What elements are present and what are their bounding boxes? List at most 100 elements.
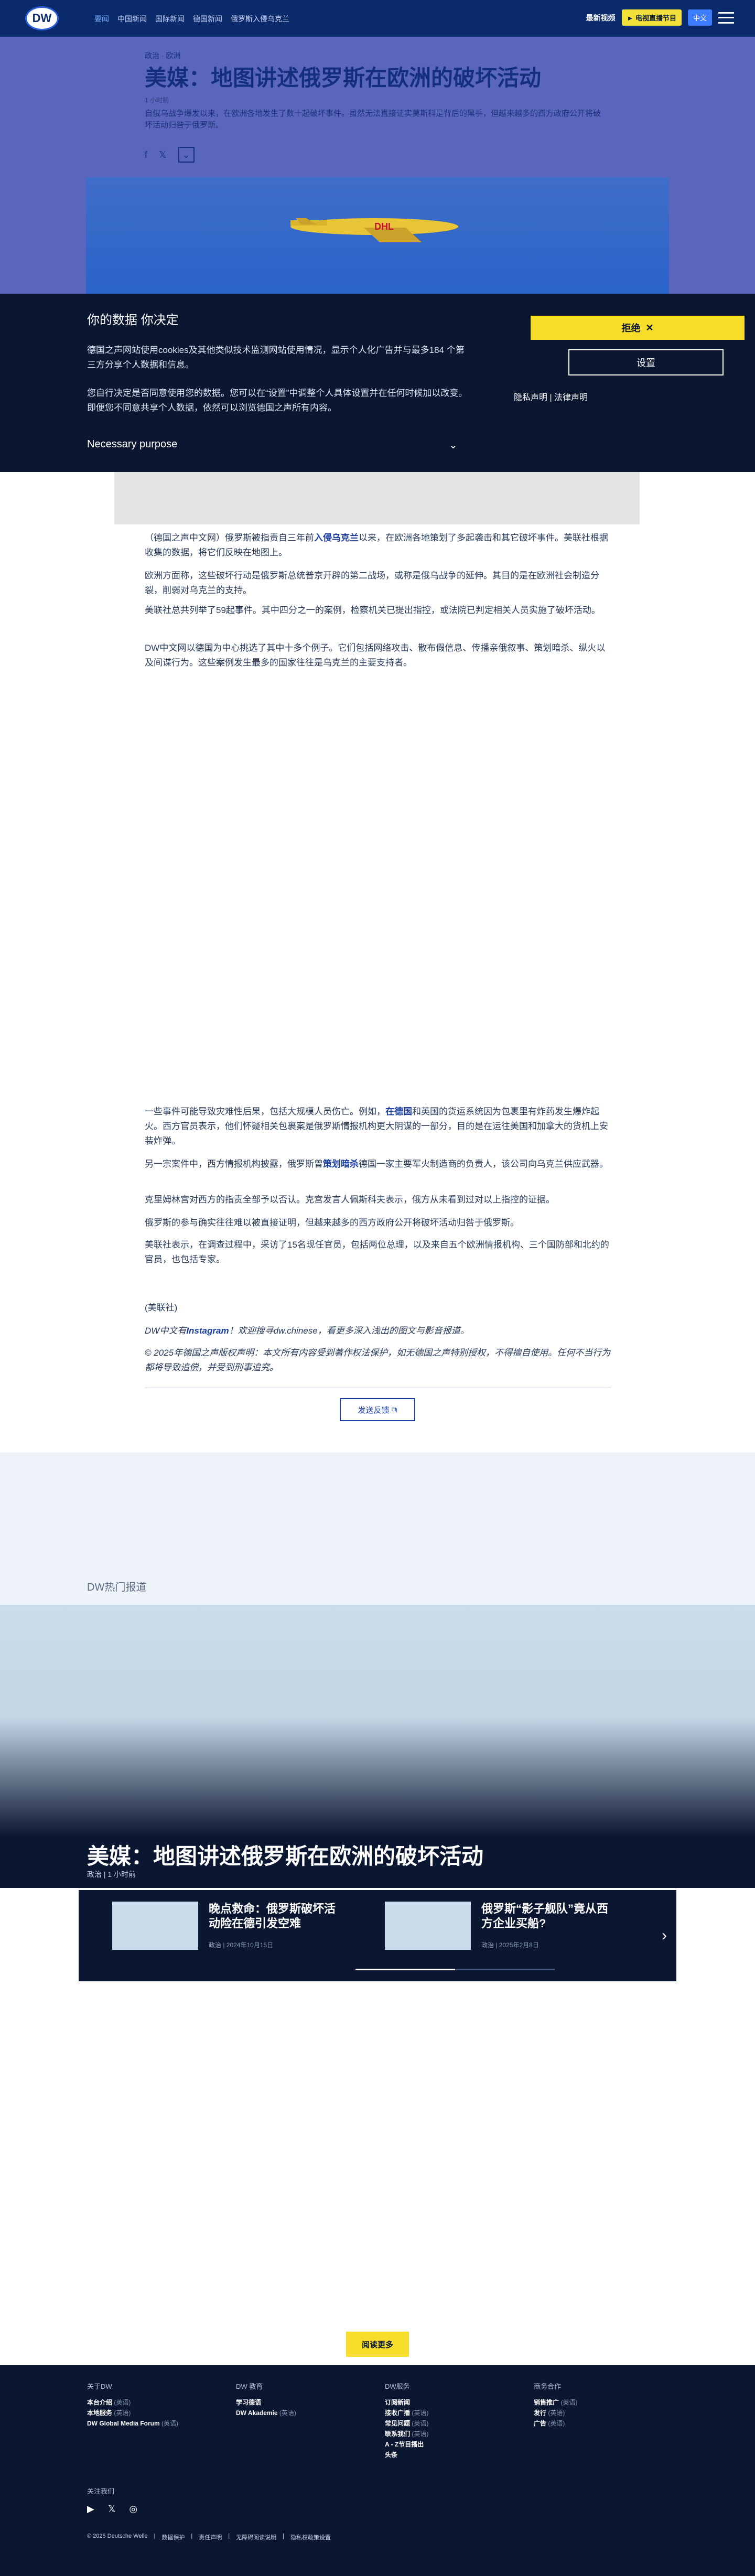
link-assassination-plot[interactable]: 策划暗杀 <box>323 1159 359 1169</box>
latest-video-link[interactable]: 最新视频 <box>586 13 616 23</box>
footer-link[interactable]: 学习德语 <box>236 2397 372 2408</box>
footer-link[interactable]: 接收广播 (英语) <box>385 2408 521 2418</box>
chevron-right-icon[interactable]: › <box>662 1927 667 1945</box>
nav-item-germany[interactable]: 德国新闻 <box>193 14 222 24</box>
link-in-germany[interactable]: 在德国 <box>385 1107 412 1117</box>
footer-column-business: 商务合作 销售推广 (英语) 发行 (英语) 广告 (英语) <box>534 2381 670 2429</box>
footer-link[interactable]: DW Akademie (英语) <box>236 2408 372 2418</box>
link-text: 订阅新闻 <box>385 2399 411 2406</box>
link-text: 联系我们 <box>385 2430 411 2438</box>
more-icon[interactable]: ⌄ <box>178 147 195 163</box>
link-text: 常见问题 <box>385 2420 411 2427</box>
promo-meta: 政治 | 1 小时前 <box>87 1870 136 1879</box>
settings-button[interactable]: 设置 <box>568 349 724 375</box>
dhl-lettering: DHL <box>374 221 394 232</box>
source-note: (美联社) <box>145 1303 178 1313</box>
language-button[interactable]: 中文 <box>687 9 712 26</box>
reject-label: 拒绝 <box>621 323 641 334</box>
footer-link[interactable]: 本台介绍 (英语) <box>87 2397 223 2408</box>
send-feedback-button[interactable]: 发送反馈 ⧉ <box>340 1398 415 1421</box>
legal-link[interactable]: 责任声明 <box>199 2533 222 2541</box>
menu-icon[interactable] <box>718 12 734 24</box>
link-text: DW Global Media Forum <box>87 2420 160 2427</box>
text: DW中文有 <box>145 1326 187 1336</box>
nav-item-china[interactable]: 中国新闻 <box>117 14 147 24</box>
link-text: A - Z节目播出 <box>385 2441 424 2448</box>
page-title: 美媒：地图讲述俄罗斯在欧洲的破坏活动 <box>145 66 542 90</box>
social-links: ▶ 𝕏 ◎ <box>87 2504 137 2515</box>
x-icon[interactable]: 𝕏 <box>108 2504 116 2515</box>
text: 德国一家主要军火制造商的负责人，该公司向乌克兰供应武器。 <box>359 1159 608 1169</box>
separator: | <box>283 2533 284 2539</box>
paragraph: 欧洲方面称，这些破坏行动是俄罗斯总统普京开辟的第二战场，或称是俄乌战争的延伸。其… <box>145 571 599 595</box>
consent-text-2: 您自行决定是否同意使用您的数据。您可以在“设置”中调整个人具体设置并在任何时候加… <box>87 388 468 413</box>
promo-title[interactable]: 美媒：地图讲述俄罗斯在欧洲的破坏活动 <box>87 1839 483 1871</box>
link-note: (英语) <box>412 2430 429 2438</box>
footer-link[interactable]: DW Global Media Forum (英语) <box>87 2418 223 2429</box>
footer-link[interactable]: 本地服务 (英语) <box>87 2408 223 2418</box>
nav-item-headlines[interactable]: 要闻 <box>94 14 109 24</box>
breadcrumb[interactable]: 政治 · 欧洲 <box>145 50 180 61</box>
footer-link[interactable]: 销售推广 (英语) <box>534 2397 670 2408</box>
carousel-card[interactable]: 俄罗斯“影子舰队”竟从西方企业买船? 政治 | 2025年2月8日 <box>385 1902 618 1950</box>
copyright-note: © 2025年德国之声版权声明：本文所有内容受到著作权法保护，如无德国之声特别授… <box>145 1348 611 1372</box>
link-text: 本台介绍 <box>87 2399 113 2406</box>
link-note: (英语) <box>412 2409 429 2417</box>
carousel-card[interactable]: 晚点救命：俄罗斯破坏活动险在德引发空难 政治 | 2024年10月15日 <box>112 1902 345 1950</box>
legal-link[interactable]: 数据保护 <box>161 2533 185 2541</box>
link-text: 发行 <box>534 2409 547 2417</box>
card-meta: 政治 | 2025年2月8日 <box>481 1941 539 1949</box>
necessary-purpose-toggle[interactable]: Necessary purpose <box>87 438 177 450</box>
follow-us-label: 关注我们 <box>87 2487 115 2495</box>
link-note: (英语) <box>279 2409 296 2417</box>
separator: | <box>191 2533 193 2539</box>
legal-link[interactable]: 无障碍阅读说明 <box>236 2533 276 2541</box>
text: ！欢迎搜寻dw.chinese，看更多深入浅出的图文与影音报道。 <box>229 1326 469 1336</box>
footer-link[interactable]: 订阅新闻 <box>385 2397 521 2408</box>
paragraph: 美联社总共列举了59起事件。其中四分之一的案例，检察机关已提出指控，或法院已判定… <box>145 605 600 615</box>
link-ukraine-invasion[interactable]: 入侵乌克兰 <box>314 533 359 543</box>
link-text: 头条 <box>385 2451 398 2459</box>
tv-live-button[interactable]: ► 电视直播节目 <box>621 9 682 26</box>
chevron-down-icon[interactable]: ⌄ <box>449 438 458 452</box>
card-meta: 政治 | 2024年10月15日 <box>209 1941 274 1949</box>
instagram-link[interactable]: Instagram <box>186 1326 229 1336</box>
card-thumbnail <box>112 1902 198 1950</box>
dw-logo[interactable]: DW <box>25 6 59 30</box>
reject-button[interactable]: 拒绝 ✕ <box>531 316 745 340</box>
read-more-button[interactable]: 阅读更多 <box>346 2332 409 2357</box>
x-icon[interactable]: 𝕏 <box>159 149 167 160</box>
facebook-icon[interactable]: f <box>145 149 147 160</box>
paragraph: DW中文网以德国为中心挑选了其中十多个例子。它们包括网络攻击、散布假信息、传播亲… <box>145 643 606 668</box>
footer-heading: DW服务 <box>385 2382 410 2390</box>
youtube-icon[interactable]: ▶ <box>87 2504 94 2515</box>
nav-item-world[interactable]: 国际新闻 <box>155 14 185 24</box>
instagram-icon[interactable]: ◎ <box>129 2504 137 2515</box>
footer-link[interactable]: A - Z节目播出 <box>385 2439 521 2450</box>
card-title: 俄罗斯“影子舰队”竟从西方企业买船? <box>481 1902 609 1930</box>
footer-heading: 商务合作 <box>534 2382 562 2390</box>
footer-link[interactable]: 广告 (英语) <box>534 2418 670 2429</box>
link-note: (英语) <box>560 2399 578 2406</box>
section-title: DW热门报道 <box>87 1582 147 1593</box>
paragraph: 美联社表示，在调查过程中，采访了15名现任官员，包括两位总理，以及来自五个欧洲情… <box>145 1240 609 1264</box>
legal-link[interactable]: 隐私权政策设置 <box>290 2533 331 2541</box>
link-text: 销售推广 <box>534 2399 559 2406</box>
link-text: 广告 <box>534 2420 547 2427</box>
footer-link[interactable]: 常见问题 (英语) <box>385 2418 521 2429</box>
hero-image: DHL <box>86 177 669 294</box>
nav-item-ukraine[interactable]: 俄罗斯入侵乌克兰 <box>231 14 289 24</box>
footer-link[interactable]: 头条 <box>385 2450 521 2460</box>
link-note: (英语) <box>114 2409 131 2417</box>
privacy-links[interactable]: 隐私声明 | 法律声明 <box>514 390 588 403</box>
image-placeholder <box>114 472 640 524</box>
link-text: 接收广播 <box>385 2409 411 2417</box>
feedback-label: 发送反馈 <box>358 1405 390 1415</box>
publish-time: 1 小时前 <box>145 96 169 104</box>
footer-column-about: 关于DW 本台介绍 (英语) 本地服务 (英语) DW Global Media… <box>87 2381 223 2429</box>
footer-link[interactable]: 发行 (英语) <box>534 2408 670 2418</box>
card-thumbnail <box>385 1902 471 1950</box>
footer-link[interactable]: 联系我们 (英语) <box>385 2429 521 2439</box>
card-title: 晚点救命：俄罗斯破坏活动险在德引发空难 <box>209 1902 336 1930</box>
paragraph: 一些事件可能导致灾难性后果，包括大规模人员伤亡。例如，在德国和英国的货运系统因为… <box>145 1104 611 1149</box>
